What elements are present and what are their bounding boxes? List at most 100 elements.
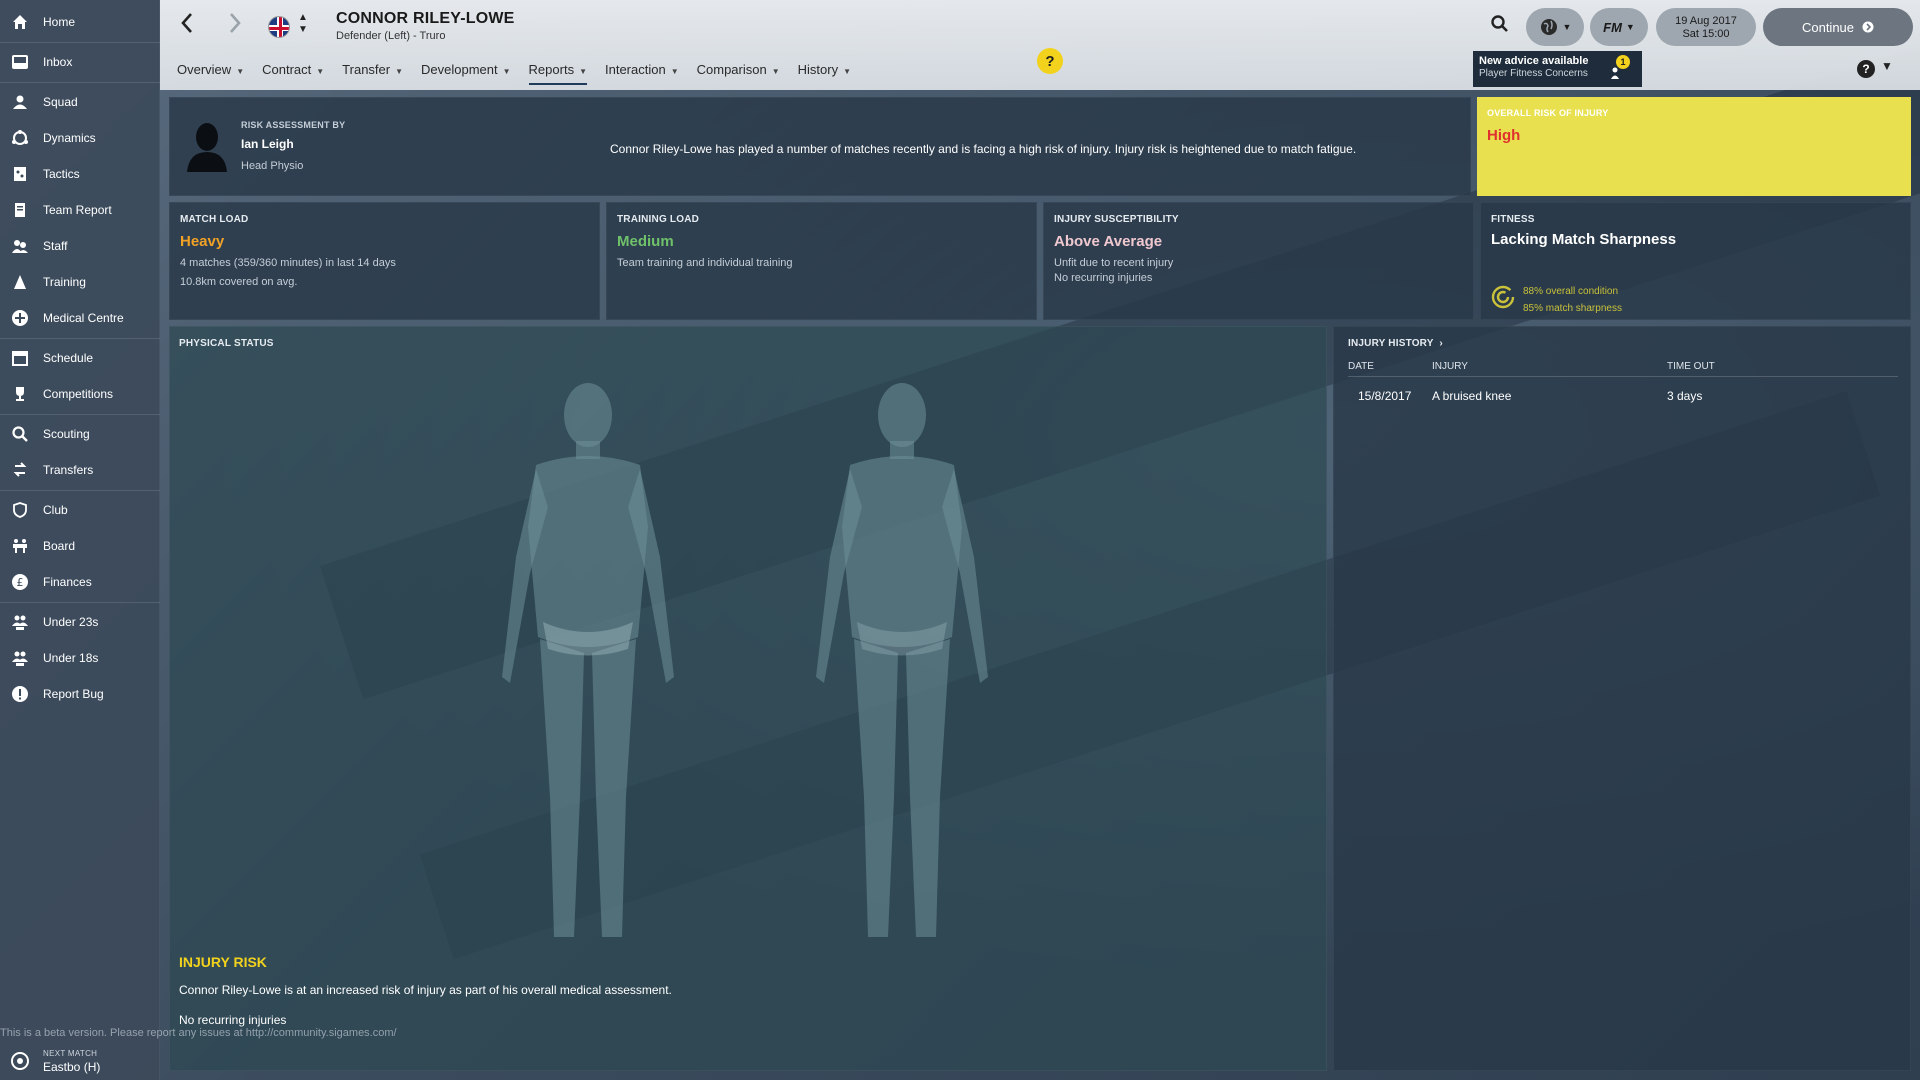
tab-comparison[interactable]: Comparison ▼ [697,62,780,85]
sidebar-item-staff[interactable]: Staff [0,229,160,263]
forward-button[interactable] [228,12,242,40]
sidebar-item-schedule[interactable]: Schedule [0,341,160,375]
sidebar-item-label: Home [43,15,76,29]
sidebar-item-scouting[interactable]: Scouting [0,417,160,451]
overall-risk-panel: OVERALL RISK OF INJURY High [1477,97,1911,196]
sidebar-item-club[interactable]: Club [0,493,160,527]
inbox-icon [10,52,30,72]
world-menu-button[interactable]: ▼ [1526,8,1584,46]
tab-label: Contract [262,62,312,77]
date-button[interactable]: 19 Aug 2017 Sat 15:00 [1656,8,1756,46]
u18-icon [10,648,30,668]
next-match-caption: NEXT MATCH [43,1048,98,1058]
injury-risk-title: INJURY RISK [179,954,267,970]
tab-history[interactable]: History ▼ [798,62,851,85]
search-button[interactable] [1490,14,1510,40]
sidebar-item-label: Medical Centre [43,311,124,325]
help-chevron-icon[interactable]: ▼ [1881,59,1893,73]
sidebar-item-under-23s[interactable]: Under 23s [0,605,160,639]
current-time: Sat 15:00 [1682,27,1730,40]
chevron-down-icon: ▼ [395,67,404,76]
chevron-right-icon: › [1439,338,1443,349]
physio-name[interactable]: Ian Leigh [241,137,345,151]
back-button[interactable] [180,12,194,40]
chevron-down-icon: ▼ [1625,22,1635,32]
sidebar-item-label: Club [43,503,68,517]
tab-label: Development [421,62,498,77]
injury-history-link[interactable]: INJURY HISTORY › [1348,338,1443,349]
chevron-down-icon: ▼ [843,67,852,76]
sidebar-item-transfers[interactable]: Transfers [0,453,160,487]
chevron-down-icon: ▼ [670,67,679,76]
tab-development[interactable]: Development ▼ [421,62,511,85]
player-updown-button[interactable]: ▲ ▼ [298,12,308,36]
sidebar-item-home[interactable]: Home [0,5,160,39]
next-match[interactable]: NEXT MATCH Eastbo (H) [0,1042,160,1080]
fm-menu-button[interactable]: FM ▼ [1590,8,1648,46]
overall-risk-caption: OVERALL RISK OF INJURY [1487,108,1609,118]
divider [0,490,160,491]
tab-interaction[interactable]: Interaction ▼ [605,62,679,85]
continue-button[interactable]: Continue [1763,8,1913,46]
sidebar-item-board[interactable]: Board [0,529,160,563]
tab-label: Interaction [605,62,666,77]
current-date: 19 Aug 2017 [1675,14,1737,27]
search-icon [10,424,30,444]
physio-role: Head Physio [241,160,304,172]
help-button[interactable]: ? [1857,60,1875,78]
tab-contract[interactable]: Contract ▼ [262,62,324,85]
header: ▲ ▼ CONNOR RILEY-LOWE Defender (Left) - … [160,0,1920,90]
sidebar-item-finances[interactable]: £ Finances [0,565,160,599]
sidebar-item-report-bug[interactable]: Report Bug [0,677,160,711]
sidebar-item-label: Under 18s [43,651,99,665]
injury-susceptibility-panel: INJURY SUSCEPTIBILITY Above Average Unfi… [1043,202,1474,320]
sidebar-item-label: Transfers [43,463,94,477]
sidebar-item-inbox[interactable]: Inbox [0,45,160,79]
trophy-icon [10,384,30,404]
column-date[interactable]: DATE [1348,361,1432,372]
next-match-value: Eastbo (H) [43,1059,101,1074]
tab-label: History [797,62,839,77]
sidebar-item-competitions[interactable]: Competitions [0,377,160,411]
physical-status-caption: PHYSICAL STATUS [179,338,274,349]
sidebar-item-training[interactable]: Training [0,265,160,299]
chevron-down-icon: ▼ [502,67,511,76]
sidebar-item-label: Tactics [43,167,80,181]
match-load-matches: 4 matches (359/360 minutes) in last 14 d… [180,257,396,269]
injury-history-table: DATE INJURY TIME OUT 15/8/2017 A bruised… [1348,361,1898,403]
risk-summary: Connor Riley-Lowe has played a number of… [610,142,1357,156]
chevron-down-icon: ▼ [1562,22,1572,32]
sidebar-item-team-report[interactable]: Team Report [0,193,160,227]
sidebar-item-label: Staff [43,239,68,253]
sidebar-item-dynamics[interactable]: Dynamics [0,121,160,155]
table-row[interactable]: 15/8/2017 A bruised knee 3 days [1348,389,1898,403]
column-injury[interactable]: INJURY [1432,361,1667,372]
match-load-distance: 10.8km covered on avg. [180,276,298,288]
injury-susceptibility-value: Above Average [1054,233,1163,250]
injury-susceptibility-caption: INJURY SUSCEPTIBILITY [1054,214,1179,225]
transfers-icon [10,460,30,480]
sidebar-item-label: Dynamics [43,131,96,145]
tab-transfer[interactable]: Transfer ▼ [342,62,403,85]
sidebar-item-squad[interactable]: Squad [0,85,160,119]
tab-overview[interactable]: Overview ▼ [177,62,244,85]
sidebar-item-label: Schedule [43,351,94,365]
sidebar-item-medical-centre[interactable]: Medical Centre [0,301,160,335]
chevron-down-icon: ▼ [298,24,308,35]
injury-date: 15/8/2017 [1358,389,1412,403]
advice-notification[interactable]: New advice available Player Fitness Conc… [1473,51,1642,87]
help-bubble-button[interactable]: ? [1037,48,1063,74]
board-icon [10,536,30,556]
tab-bar: Overview ▼ Contract ▼ Transfer ▼ Developmen… [177,62,869,85]
chevron-left-icon [181,13,192,33]
sidebar-item-under-18s[interactable]: Under 18s [0,641,160,675]
tab-reports[interactable]: Reports ▼ [528,62,587,85]
sidebar-item-tactics[interactable]: Tactics [0,157,160,191]
sidebar-item-label: Board [43,539,76,553]
sidebar-item-label: Under 23s [43,615,99,629]
chevron-down-icon: ▼ [316,67,325,76]
beta-notice: This is a beta version. Please report an… [0,1027,397,1039]
match-load-value: Heavy [180,233,225,250]
sidebar-item-label: Training [43,275,86,289]
column-time-out[interactable]: TIME OUT [1667,361,1787,372]
